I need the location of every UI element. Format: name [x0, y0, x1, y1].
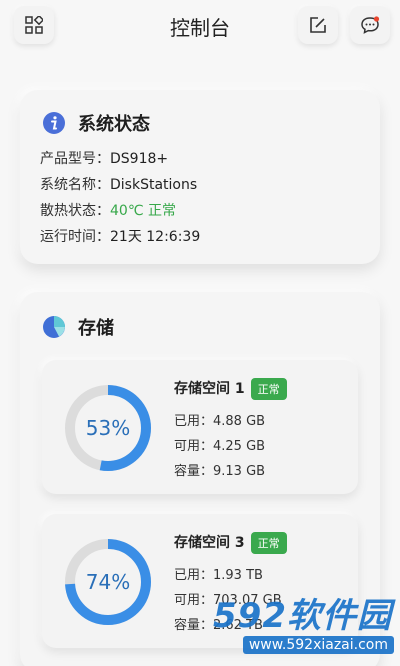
watermark-brand: 592软件园	[213, 596, 392, 636]
notification-dot	[373, 16, 380, 22]
row-value: DiskStations	[110, 177, 198, 193]
capacity: 容量：9.13 GB	[174, 464, 266, 479]
watermark: 592软件园 www.592xiazai.com	[190, 588, 400, 666]
watermark-url: www.592xiazai.com	[242, 636, 394, 654]
system-status-header: 系统状态	[42, 110, 150, 136]
row-label: 散热状态：	[40, 203, 110, 219]
usage-ring: 53%	[62, 382, 154, 474]
available-space: 可用：4.25 GB	[174, 439, 266, 454]
system-status-card: 系统状态 产品型号：DS918+ 系统名称：DiskStations 散热状态：…	[20, 90, 380, 264]
info-icon	[43, 112, 65, 134]
storage-volume-card[interactable]: 53% 存储空间 1 正常 已用：4.88 GB 可用：4.25 GB 容量：9.…	[42, 360, 358, 494]
pie-chart-icon	[43, 316, 65, 338]
page-title: 控制台	[170, 16, 230, 40]
volume-name: 存储空间 1 正常	[174, 378, 287, 400]
row-label: 产品型号：	[40, 151, 110, 167]
product-model-row: 产品型号：DS918+	[40, 148, 168, 168]
row-value: 40℃ 正常	[110, 203, 176, 219]
edit-button[interactable]	[298, 6, 338, 44]
message-icon	[361, 16, 380, 34]
system-name-row: 系统名称：DiskStations	[40, 174, 197, 194]
system-status-title: 系统状态	[78, 114, 150, 135]
used-space: 已用：1.93 TB	[174, 568, 263, 583]
storage-header: 存储	[42, 314, 114, 340]
uptime-row: 运行时间：21天 12:6:39	[40, 226, 200, 246]
row-value: DS918+	[110, 151, 169, 167]
row-value: 21天 12:6:39	[110, 229, 201, 245]
messages-button[interactable]	[350, 6, 390, 44]
volume-name: 存储空间 3 正常	[174, 532, 287, 554]
usage-percent: 53%	[85, 416, 131, 440]
volume-name-text: 存储空间 3	[174, 535, 245, 551]
status-badge: 正常	[250, 378, 287, 400]
edit-icon	[310, 17, 326, 33]
storage-title: 存储	[78, 318, 114, 339]
top-bar: 控制台	[0, 0, 400, 52]
used-space: 已用：4.88 GB	[174, 414, 266, 429]
status-badge: 正常	[250, 532, 287, 554]
row-label: 系统名称：	[40, 177, 110, 193]
volume-name-text: 存储空间 1	[174, 381, 245, 397]
usage-percent: 74%	[85, 570, 131, 594]
cooling-status-row: 散热状态：40℃ 正常	[40, 200, 176, 220]
row-label: 运行时间：	[40, 229, 110, 245]
usage-ring: 74%	[62, 536, 154, 628]
